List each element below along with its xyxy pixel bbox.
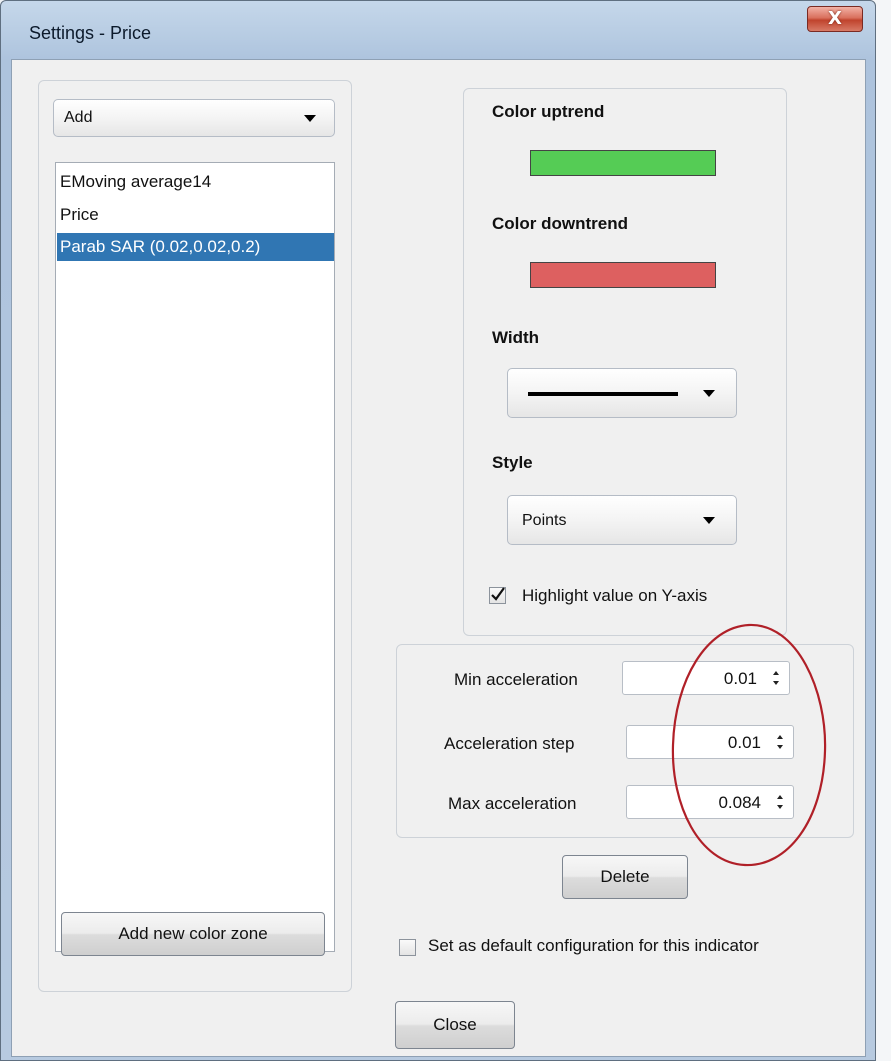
acceleration-step-value: 0.01 [727, 733, 761, 752]
spinner-arrows-icon[interactable] [771, 667, 781, 689]
close-window-button[interactable]: X [807, 6, 863, 32]
color-downtrend-swatch[interactable] [530, 262, 716, 288]
min-acceleration-label: Min acceleration [454, 670, 578, 689]
acceleration-step-spinner[interactable]: 0.01 [626, 725, 794, 759]
list-item-price[interactable]: Price [57, 201, 334, 229]
line-width-preview [528, 392, 678, 396]
highlight-label: Highlight value on Y-axis [522, 586, 708, 605]
list-item-parab-sar[interactable]: Parab SAR (0.02,0.02,0.2) [57, 233, 334, 261]
settings-dialog: Settings - Price X Add EMoving average14… [0, 0, 876, 1061]
chevron-down-icon [703, 517, 715, 524]
style-dropdown-value: Points [522, 512, 567, 529]
color-uptrend-swatch[interactable] [530, 150, 716, 176]
title-bar[interactable]: Settings - Price X [1, 1, 875, 59]
chevron-down-icon [304, 115, 316, 122]
highlight-checkbox[interactable] [489, 587, 506, 604]
min-acceleration-spinner[interactable]: 0.01 [622, 661, 790, 695]
style-dropdown[interactable]: Points [507, 495, 737, 545]
add-dropdown-value: Add [64, 109, 93, 126]
color-uptrend-label: Color uptrend [492, 102, 605, 121]
max-acceleration-spinner[interactable]: 0.084 [626, 785, 794, 819]
list-item-emoving-average[interactable]: EMoving average14 [57, 168, 334, 196]
checkmark-icon [491, 587, 505, 601]
indicator-listbox[interactable]: EMoving average14 Price Parab SAR (0.02,… [55, 162, 335, 952]
width-label: Width [492, 328, 540, 347]
spinner-arrows-icon[interactable] [775, 791, 785, 813]
style-label: Style [492, 453, 533, 472]
delete-button[interactable]: Delete [562, 855, 688, 899]
acceleration-step-label: Acceleration step [444, 734, 575, 753]
close-button[interactable]: Close [395, 1001, 515, 1049]
min-acceleration-value: 0.01 [723, 669, 757, 688]
dialog-client-area: Add EMoving average14 Price Parab SAR (0… [11, 59, 866, 1057]
add-dropdown[interactable]: Add [53, 99, 335, 137]
max-acceleration-label: Max acceleration [448, 794, 577, 813]
default-config-checkbox[interactable] [399, 939, 416, 956]
width-dropdown[interactable] [507, 368, 737, 418]
default-config-label: Set as default configuration for this in… [428, 936, 759, 955]
chevron-down-icon [703, 390, 715, 397]
color-downtrend-label: Color downtrend [492, 214, 628, 233]
spinner-arrows-icon[interactable] [775, 731, 785, 753]
max-acceleration-value: 0.084 [718, 793, 761, 812]
window-title: Settings - Price [29, 23, 152, 43]
add-new-color-zone-button[interactable]: Add new color zone [61, 912, 325, 956]
